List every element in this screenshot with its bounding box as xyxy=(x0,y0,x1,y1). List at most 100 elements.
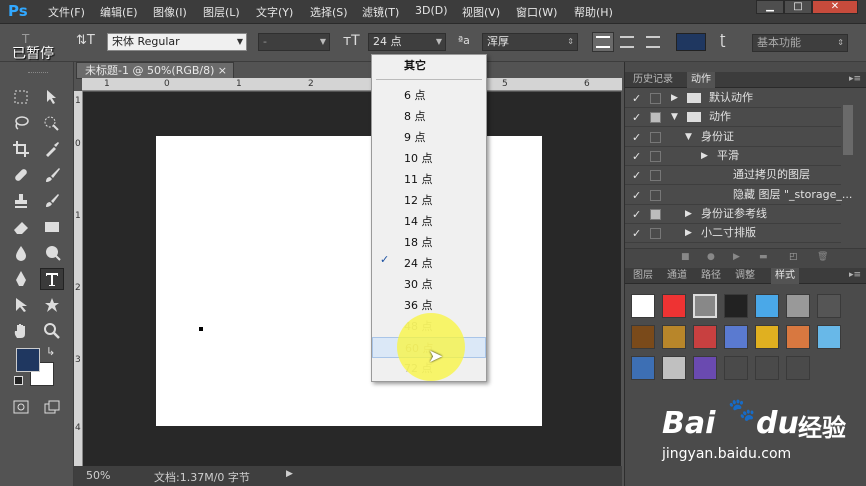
path-selection-tool-icon[interactable] xyxy=(9,294,33,316)
foreground-color-swatch[interactable] xyxy=(16,348,40,372)
font-size-select[interactable]: 24 点 ▼ xyxy=(368,33,446,51)
menu-3d[interactable]: 3D(D) xyxy=(415,4,448,17)
stop-icon[interactable]: ■ xyxy=(681,252,690,262)
dialog-toggle[interactable] xyxy=(650,170,661,182)
check-icon[interactable]: ✓ xyxy=(632,148,641,166)
menu-view[interactable]: 视图(V) xyxy=(462,4,500,20)
tab-history[interactable]: 历史记录 xyxy=(629,72,677,88)
style-swatch[interactable] xyxy=(755,325,779,349)
close-tab-icon[interactable]: × xyxy=(218,63,227,78)
style-swatch[interactable] xyxy=(693,294,717,318)
custom-shape-tool-icon[interactable] xyxy=(40,294,64,316)
dialog-toggle[interactable] xyxy=(650,228,661,240)
font-family-select[interactable]: 宋体 Regular ▼ xyxy=(107,33,247,51)
style-swatch[interactable] xyxy=(786,356,810,380)
action-row[interactable]: ✓ ▶ 身份证参考线 xyxy=(625,205,841,224)
lasso-tool-icon[interactable] xyxy=(9,112,33,134)
trash-icon[interactable]: 🗑 xyxy=(817,252,828,262)
dialog-toggle[interactable] xyxy=(650,131,661,143)
screen-mode-icon[interactable] xyxy=(40,396,64,418)
menu-filter[interactable]: 滤镜(T) xyxy=(362,4,399,20)
style-swatch[interactable] xyxy=(755,356,779,380)
text-orientation-icon[interactable]: ⇅T xyxy=(76,33,95,48)
action-row[interactable]: ✓ ▶ 小二寸排版 xyxy=(625,224,841,244)
quick-mask-icon[interactable] xyxy=(9,396,33,418)
style-swatch[interactable] xyxy=(817,325,841,349)
tab-paths[interactable]: 路径 xyxy=(697,268,725,284)
new-set-icon[interactable]: ▬ xyxy=(759,252,768,262)
action-row[interactable]: ✓ ▼ 动作 xyxy=(625,108,841,128)
expand-icon[interactable]: ▼ xyxy=(685,128,692,146)
tab-adjustments[interactable]: 调整 xyxy=(731,268,759,284)
new-action-icon[interactable]: ◰ xyxy=(789,252,798,262)
blur-tool-icon[interactable] xyxy=(9,242,33,264)
workspace-select[interactable]: 基本功能 ⇕ xyxy=(752,34,848,52)
menu-file[interactable]: 文件(F) xyxy=(48,4,85,20)
style-swatch[interactable] xyxy=(755,294,779,318)
check-icon[interactable]: ✓ xyxy=(632,90,641,108)
expand-icon[interactable]: ▶ xyxy=(685,205,692,223)
actions-scrollbar-thumb[interactable] xyxy=(843,105,853,155)
pen-tool-icon[interactable] xyxy=(9,268,33,290)
style-swatch[interactable] xyxy=(724,356,748,380)
maximize-button[interactable]: □ xyxy=(784,0,812,14)
action-row[interactable]: ✓ 通过拷贝的图层 xyxy=(625,166,841,186)
check-icon[interactable]: ✓ xyxy=(632,167,641,185)
dialog-toggle[interactable] xyxy=(650,150,661,162)
font-size-option[interactable]: 30 点 xyxy=(372,274,486,295)
check-icon[interactable]: ✓ xyxy=(632,206,641,224)
eraser-tool-icon[interactable] xyxy=(9,216,33,238)
minimize-button[interactable]: ▁ xyxy=(756,0,784,14)
font-size-option[interactable]: 12 点 xyxy=(372,190,486,211)
warp-text-icon[interactable]: ʈ xyxy=(720,32,726,48)
type-tool-icon[interactable] xyxy=(40,268,64,290)
font-size-option[interactable]: 10 点 xyxy=(372,148,486,169)
font-size-option[interactable]: 11 点 xyxy=(372,169,486,190)
font-size-option[interactable]: 14 点 xyxy=(372,211,486,232)
menu-window[interactable]: 窗口(W) xyxy=(516,4,557,20)
record-icon[interactable]: ● xyxy=(707,252,715,262)
style-swatch[interactable] xyxy=(693,325,717,349)
expand-icon[interactable]: ▶ xyxy=(701,147,708,165)
document-tab[interactable]: 未标题-1 @ 50%(RGB/8) × xyxy=(76,62,234,79)
action-row[interactable]: ✓ ▶ 默认动作 xyxy=(625,89,841,108)
menu-type[interactable]: 文字(Y) xyxy=(256,4,293,20)
zoom-level[interactable]: 50% xyxy=(86,469,110,482)
tab-channels[interactable]: 通道 xyxy=(663,268,691,284)
clone-stamp-tool-icon[interactable] xyxy=(9,190,33,212)
close-button[interactable]: ✕ xyxy=(812,0,858,14)
style-swatch[interactable] xyxy=(662,325,686,349)
check-icon[interactable]: ✓ xyxy=(632,187,641,205)
dialog-toggle[interactable] xyxy=(650,189,661,201)
font-size-option[interactable]: 6 点 xyxy=(372,85,486,106)
hand-tool-icon[interactable] xyxy=(9,320,33,342)
expand-icon[interactable]: ▶ xyxy=(671,89,678,107)
check-icon[interactable]: ✓ xyxy=(632,129,641,147)
dialog-toggle[interactable] xyxy=(650,112,661,124)
tab-styles[interactable]: 样式 xyxy=(771,268,799,284)
menu-edit[interactable]: 编辑(E) xyxy=(100,4,138,20)
zoom-tool-icon[interactable] xyxy=(40,320,64,342)
style-swatch[interactable] xyxy=(631,325,655,349)
history-brush-tool-icon[interactable] xyxy=(40,190,64,212)
tab-actions[interactable]: 动作 xyxy=(687,72,715,88)
menu-image[interactable]: 图像(I) xyxy=(153,4,187,20)
expand-icon[interactable]: ▼ xyxy=(671,108,678,126)
style-swatch[interactable] xyxy=(786,325,810,349)
action-row[interactable]: ✓ ▼ 身份证 xyxy=(625,128,841,147)
menu-help[interactable]: 帮助(H) xyxy=(574,4,613,20)
style-swatch[interactable] xyxy=(631,294,655,318)
tab-layers[interactable]: 图层 xyxy=(629,268,657,284)
expand-icon[interactable]: ▶ xyxy=(685,224,692,242)
panel-menu-icon[interactable]: ▸≡ xyxy=(845,72,865,88)
style-swatch[interactable] xyxy=(786,294,810,318)
vertical-ruler[interactable]: 1 0 1 2 3 4 xyxy=(74,91,83,466)
dialog-toggle[interactable] xyxy=(650,208,661,220)
style-swatch[interactable] xyxy=(724,325,748,349)
gradient-tool-icon[interactable] xyxy=(40,216,64,238)
font-size-option[interactable]: 18 点 xyxy=(372,232,486,253)
style-swatch[interactable] xyxy=(693,356,717,380)
style-swatch[interactable] xyxy=(631,356,655,380)
style-swatch[interactable] xyxy=(817,294,841,318)
marquee-tool-icon[interactable] xyxy=(9,86,33,108)
